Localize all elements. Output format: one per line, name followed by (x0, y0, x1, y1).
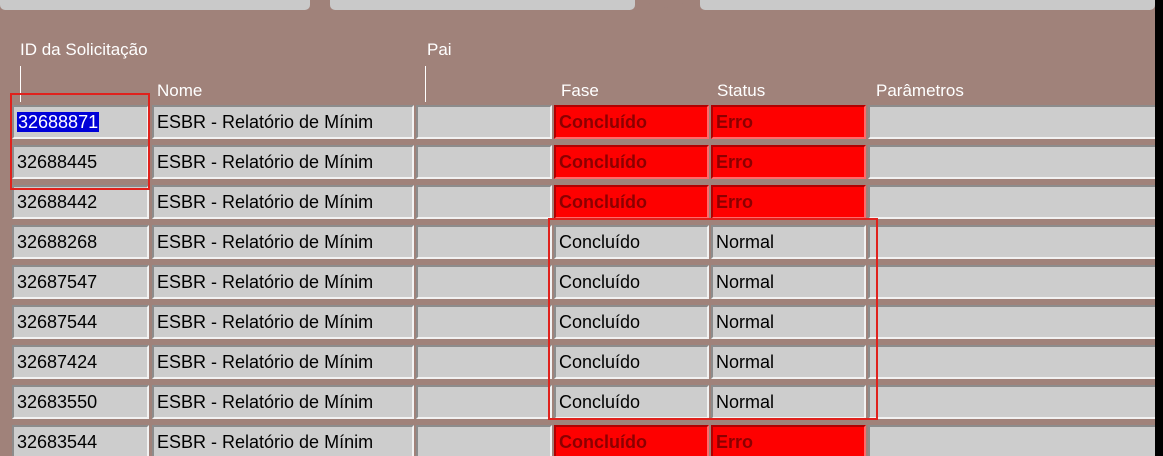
cell-parametros[interactable] (868, 225, 1155, 259)
cell-fase[interactable]: Concluído (554, 225, 709, 259)
cell-id[interactable]: 32687547 (12, 265, 149, 299)
header-status[interactable]: Status (717, 81, 765, 101)
cell-pai[interactable] (416, 105, 552, 139)
cell-nome[interactable]: ESBR - Relatório de Mínim (152, 385, 414, 419)
header-divider (20, 66, 21, 102)
header-nome[interactable]: Nome (157, 81, 202, 101)
cell-nome[interactable]: ESBR - Relatório de Mínim (152, 185, 414, 219)
cell-fase[interactable]: Concluído (554, 425, 709, 456)
cell-id[interactable]: 32688442 (12, 185, 149, 219)
selected-text: 32688871 (17, 112, 100, 132)
cell-nome[interactable]: ESBR - Relatório de Mínim (152, 425, 414, 456)
cell-fase[interactable]: Concluído (554, 185, 709, 219)
cell-fase[interactable]: Concluído (554, 145, 709, 179)
header-divider (425, 66, 426, 102)
cell-nome[interactable]: ESBR - Relatório de Mínim (152, 145, 414, 179)
cell-pai[interactable] (416, 265, 552, 299)
cell-id[interactable]: 32688268 (12, 225, 149, 259)
cell-status[interactable]: Normal (711, 305, 866, 339)
table-row[interactable]: 32683550 ESBR - Relatório de Mínim Concluí… (0, 383, 1155, 421)
cell-status[interactable]: Erro (711, 185, 866, 219)
cell-pai[interactable] (416, 145, 552, 179)
requests-window: ID da Solicitação Pai Nome Fase Status P… (0, 0, 1155, 456)
table-row[interactable]: 32688871 ESBR - Relatório de Mínim Concluí… (0, 103, 1155, 141)
cell-parametros[interactable] (868, 425, 1155, 456)
cell-fase[interactable]: Concluído (554, 265, 709, 299)
cell-status[interactable]: Erro (711, 425, 866, 456)
cell-fase[interactable]: Concluído (554, 305, 709, 339)
cell-nome[interactable]: ESBR - Relatório de Mínim (152, 305, 414, 339)
cell-fase[interactable]: Concluído (554, 385, 709, 419)
tab-strip-segment[interactable] (330, 0, 635, 10)
cell-parametros[interactable] (868, 145, 1155, 179)
cell-parametros[interactable] (868, 345, 1155, 379)
cell-status[interactable]: Normal (711, 225, 866, 259)
table-row[interactable]: 32688268 ESBR - Relatório de Mínim Concluí… (0, 223, 1155, 261)
cell-parametros[interactable] (868, 305, 1155, 339)
cell-pai[interactable] (416, 185, 552, 219)
cell-id[interactable]: 32683550 (12, 385, 149, 419)
cell-fase[interactable]: Concluído (554, 105, 709, 139)
tab-strip-segment[interactable] (0, 0, 310, 10)
window-edge (1155, 0, 1163, 456)
table-row[interactable]: 32688445 ESBR - Relatório de Mínim Concluí… (0, 143, 1155, 181)
cell-status[interactable]: Normal (711, 345, 866, 379)
cell-pai[interactable] (416, 425, 552, 456)
table-row[interactable]: 32687424 ESBR - Relatório de Mínim Concluí… (0, 343, 1155, 381)
cell-id[interactable]: 32687544 (12, 305, 149, 339)
header-id-da-solicitacao[interactable]: ID da Solicitação (20, 40, 148, 60)
cell-status[interactable]: Erro (711, 145, 866, 179)
table-row[interactable]: 32683544 ESBR - Relatório de Mínim Concluí… (0, 423, 1155, 456)
cell-id[interactable]: 32683544 (12, 425, 149, 456)
cell-parametros[interactable] (868, 105, 1155, 139)
cell-status[interactable]: Normal (711, 265, 866, 299)
cell-id[interactable]: 32687424 (12, 345, 149, 379)
cell-pai[interactable] (416, 305, 552, 339)
table-row[interactable]: 32688442 ESBR - Relatório de Mínim Concluí… (0, 183, 1155, 221)
cell-pai[interactable] (416, 385, 552, 419)
header-pai[interactable]: Pai (427, 40, 452, 60)
header-fase[interactable]: Fase (561, 81, 599, 101)
cell-nome[interactable]: ESBR - Relatório de Mínim (152, 225, 414, 259)
cell-id[interactable]: 32688871 (12, 105, 149, 139)
table-row[interactable]: 32687547 ESBR - Relatório de Mínim Concluí… (0, 263, 1155, 301)
table-row[interactable]: 32687544 ESBR - Relatório de Mínim Concluí… (0, 303, 1155, 341)
top-tab-strip (0, 0, 1155, 16)
tab-strip-segment[interactable] (700, 0, 1155, 10)
cell-nome[interactable]: ESBR - Relatório de Mínim (152, 105, 414, 139)
cell-pai[interactable] (416, 345, 552, 379)
cell-status[interactable]: Normal (711, 385, 866, 419)
header-parametros[interactable]: Parâmetros (876, 81, 964, 101)
tab-notch (636, 0, 696, 8)
cell-pai[interactable] (416, 225, 552, 259)
cell-parametros[interactable] (868, 265, 1155, 299)
cell-parametros[interactable] (868, 385, 1155, 419)
cell-id[interactable]: 32688445 (12, 145, 149, 179)
cell-parametros[interactable] (868, 185, 1155, 219)
cell-status[interactable]: Erro (711, 105, 866, 139)
cell-fase[interactable]: Concluído (554, 345, 709, 379)
cell-nome[interactable]: ESBR - Relatório de Mínim (152, 265, 414, 299)
cell-nome[interactable]: ESBR - Relatório de Mínim (152, 345, 414, 379)
